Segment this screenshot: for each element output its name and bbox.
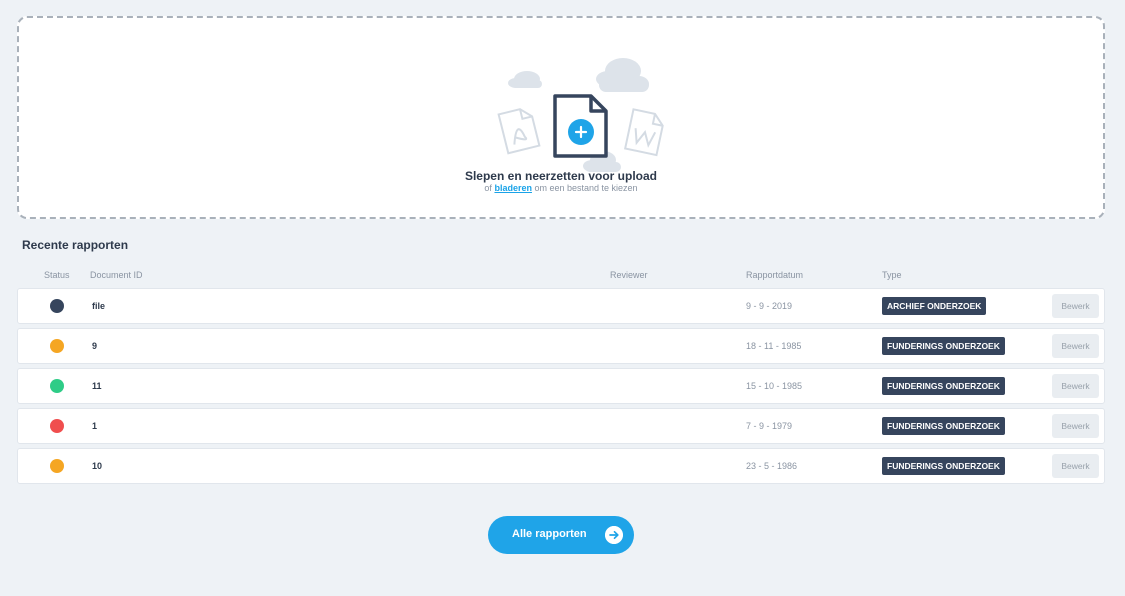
report-date: 15 - 10 - 1985 [746, 381, 803, 391]
column-reviewer: Reviewer [610, 270, 648, 280]
report-date: 7 - 9 - 1979 [746, 421, 793, 431]
edit-button[interactable]: Bewerk [1052, 334, 1099, 358]
report-date: 18 - 11 - 1985 [746, 341, 802, 351]
browse-link[interactable]: bladeren [494, 183, 532, 193]
column-document-id: Document ID [90, 270, 143, 280]
table-row[interactable]: 11 15 - 10 - 1985 FUNDERINGS ONDERZOEK B… [17, 368, 1105, 404]
upload-subtitle-suffix: om een bestand te kiezen [534, 183, 638, 193]
edit-button[interactable]: Bewerk [1052, 454, 1099, 478]
all-reports-label: Alle rapporten [512, 528, 587, 540]
table-row[interactable]: 1 7 - 9 - 1979 FUNDERINGS ONDERZOEK Bewe… [17, 408, 1105, 444]
table-row[interactable]: 10 23 - 5 - 1986 FUNDERINGS ONDERZOEK Be… [17, 448, 1105, 484]
column-type: Type [882, 270, 902, 280]
edit-button[interactable]: Bewerk [1052, 374, 1099, 398]
column-date: Rapportdatum [746, 270, 804, 280]
type-badge: FUNDERINGS ONDERZOEK [882, 457, 1005, 475]
document-id: 1 [92, 421, 98, 431]
upload-dropzone[interactable]: Slepen en neerzetten voor upload of blad… [17, 16, 1105, 219]
document-id: 9 [92, 341, 98, 351]
document-id: 10 [92, 461, 103, 471]
column-status: Status [44, 270, 70, 280]
table-header: Status Document ID Reviewer Rapportdatum… [17, 268, 1105, 284]
status-dot [50, 299, 64, 313]
upload-title: Slepen en neerzetten voor upload [464, 169, 658, 183]
report-date: 23 - 5 - 1986 [746, 461, 798, 471]
table-row[interactable]: 9 18 - 11 - 1985 FUNDERINGS ONDERZOEK Be… [17, 328, 1105, 364]
table-row[interactable]: file 9 - 9 - 2019 ARCHIEF ONDERZOEK Bewe… [17, 288, 1105, 324]
document-id: 11 [92, 381, 102, 391]
cloud-icon [596, 58, 649, 92]
edit-button[interactable]: Bewerk [1052, 414, 1099, 438]
status-dot [50, 339, 64, 353]
status-dot [50, 419, 64, 433]
upload-subtitle-prefix: of [484, 183, 492, 193]
cloud-icon [508, 71, 542, 88]
upload-illustration [497, 58, 664, 172]
report-date: 9 - 9 - 2019 [746, 301, 793, 311]
document-id: file [92, 301, 106, 311]
section-title: Recente rapporten [22, 238, 129, 252]
upload-subtitle: of bladeren om een bestand te kiezen [19, 183, 1103, 193]
status-dot [50, 459, 64, 473]
type-badge: FUNDERINGS ONDERZOEK [882, 337, 1005, 355]
file-plus-icon [553, 94, 608, 158]
status-dot [50, 379, 64, 393]
pdf-file-icon [497, 108, 541, 155]
word-file-icon [623, 108, 664, 157]
type-badge: FUNDERINGS ONDERZOEK [882, 377, 1005, 395]
type-badge: ARCHIEF ONDERZOEK [882, 297, 987, 315]
arrow-right-icon [605, 526, 623, 544]
all-reports-button[interactable]: Alle rapporten [488, 516, 634, 554]
type-badge: FUNDERINGS ONDERZOEK [882, 417, 1005, 435]
edit-button[interactable]: Bewerk [1052, 294, 1099, 318]
